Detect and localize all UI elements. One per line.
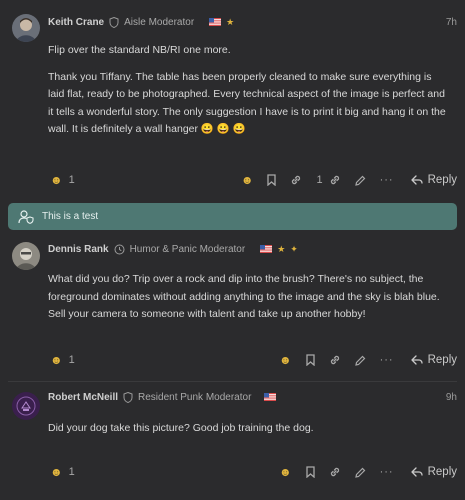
post-paragraph: Flip over the standard NB/RI one more. bbox=[48, 44, 231, 56]
us-flag-icon bbox=[264, 393, 277, 401]
smile-icon: ☻ bbox=[50, 173, 63, 187]
link-count: 1 bbox=[316, 174, 323, 186]
notice-text: This is a test bbox=[42, 211, 99, 222]
reaction-count: 1 bbox=[68, 354, 75, 366]
user-title: Humor & Panic Moderator bbox=[129, 243, 246, 255]
post-actions: ☻ 1 ☻ ··· Reply bbox=[48, 461, 457, 483]
edit-button[interactable] bbox=[348, 355, 373, 366]
post-body: Flip over the standard NB/RI one more. T… bbox=[48, 42, 449, 139]
bookmark-button[interactable] bbox=[260, 174, 283, 186]
username[interactable]: Keith Crane bbox=[48, 17, 104, 28]
post-actions: ☻ 1 ☻ ··· Reply bbox=[48, 349, 457, 371]
reply-button[interactable]: Reply bbox=[401, 354, 457, 366]
post-body: Did your dog take this picture? Good job… bbox=[48, 420, 449, 438]
reply-label: Reply bbox=[427, 354, 457, 366]
edit-button[interactable] bbox=[348, 467, 373, 478]
reaction-count: 1 bbox=[68, 174, 75, 186]
react-button[interactable]: ☻ bbox=[272, 465, 299, 479]
react-button[interactable]: ☻ bbox=[234, 173, 261, 187]
pencil-icon bbox=[354, 467, 365, 478]
trophy-icon: ★ bbox=[277, 243, 286, 254]
link-icon bbox=[330, 355, 339, 365]
link-icon bbox=[292, 175, 301, 185]
medal-icon: ✦ bbox=[290, 243, 298, 254]
smile-icon: ☻ bbox=[278, 465, 292, 479]
smile-icon: ☻ bbox=[50, 353, 63, 367]
user-title: Resident Punk Moderator bbox=[138, 391, 252, 403]
bookmark-icon bbox=[305, 466, 315, 478]
reply-label: Reply bbox=[427, 174, 457, 186]
reaction-summary[interactable]: ☻ 1 bbox=[48, 173, 82, 187]
user-shield-icon bbox=[18, 209, 34, 224]
reply-arrow-icon bbox=[410, 175, 423, 185]
edit-button[interactable] bbox=[348, 175, 373, 186]
pencil-icon bbox=[354, 355, 365, 366]
trophy-icon: ★ bbox=[226, 16, 235, 27]
more-button[interactable]: ··· bbox=[373, 174, 401, 186]
link-count-button[interactable]: 1 bbox=[309, 174, 347, 186]
pencil-icon bbox=[354, 175, 365, 186]
reply-button[interactable]: Reply bbox=[401, 174, 457, 186]
post-actions: ☻ 1 ☻ 1 ··· Reply bbox=[48, 169, 457, 191]
username[interactable]: Dennis Rank bbox=[48, 244, 109, 255]
post-meta: Dennis Rank Humor & Panic Moderator ★ ✦ bbox=[48, 241, 457, 257]
post-paragraph: What did you do? Trip over a rock and di… bbox=[48, 273, 440, 320]
reply-label: Reply bbox=[427, 466, 457, 478]
notice-banner: This is a test bbox=[8, 203, 457, 230]
post-3: Robert McNeill Resident Punk Moderator 9… bbox=[0, 384, 465, 500]
copy-link-button[interactable] bbox=[283, 174, 309, 186]
reaction-summary[interactable]: ☻ 1 bbox=[48, 465, 82, 479]
reaction-count: 1 bbox=[68, 466, 75, 478]
user-title: Aisle Moderator bbox=[124, 16, 195, 28]
reply-button[interactable]: Reply bbox=[401, 466, 457, 478]
post-meta: Keith Crane Aisle Moderator ★ 7h bbox=[48, 14, 457, 30]
bookmark-icon bbox=[305, 354, 315, 366]
avatar[interactable] bbox=[12, 242, 40, 270]
post-1: Keith Crane Aisle Moderator ★ 7h Flip ov… bbox=[0, 0, 465, 196]
post-time[interactable]: 9h bbox=[446, 392, 457, 403]
react-button[interactable]: ☻ bbox=[272, 353, 299, 367]
ellipsis-icon: ··· bbox=[379, 354, 394, 366]
reaction-summary[interactable]: ☻ 1 bbox=[48, 353, 82, 367]
shield-icon bbox=[123, 391, 133, 403]
link-icon bbox=[330, 175, 339, 185]
more-button[interactable]: ··· bbox=[373, 466, 401, 478]
us-flag-icon bbox=[209, 18, 222, 26]
avatar[interactable] bbox=[12, 392, 40, 420]
link-icon bbox=[330, 467, 339, 477]
post-time[interactable]: 7h bbox=[446, 17, 457, 28]
smile-icon: ☻ bbox=[240, 173, 254, 187]
more-button[interactable]: ··· bbox=[373, 354, 401, 366]
ellipsis-icon: ··· bbox=[379, 466, 394, 478]
us-flag-icon bbox=[260, 245, 273, 253]
post-body: What did you do? Trip over a rock and di… bbox=[48, 271, 449, 324]
post-2: Dennis Rank Humor & Panic Moderator ★ ✦ … bbox=[0, 236, 465, 380]
post-meta: Robert McNeill Resident Punk Moderator 9… bbox=[48, 389, 457, 405]
reply-arrow-icon bbox=[410, 355, 423, 365]
post-paragraph: Thank you Tiffany. The table has been pr… bbox=[48, 70, 446, 136]
post-paragraph: Did your dog take this picture? Good job… bbox=[48, 422, 314, 434]
avatar[interactable] bbox=[12, 14, 40, 42]
shield-icon bbox=[109, 16, 119, 28]
bookmark-icon bbox=[267, 174, 277, 186]
smile-icon: ☻ bbox=[278, 353, 292, 367]
smile-icon: ☻ bbox=[50, 465, 63, 479]
bookmark-button[interactable] bbox=[299, 466, 322, 478]
ellipsis-icon: ··· bbox=[379, 174, 394, 186]
copy-link-button[interactable] bbox=[322, 466, 348, 478]
post-divider bbox=[8, 381, 457, 382]
copy-link-button[interactable] bbox=[322, 354, 348, 366]
reply-arrow-icon bbox=[410, 467, 423, 477]
clock-icon bbox=[114, 244, 125, 255]
username[interactable]: Robert McNeill bbox=[48, 392, 118, 403]
bookmark-button[interactable] bbox=[299, 354, 322, 366]
